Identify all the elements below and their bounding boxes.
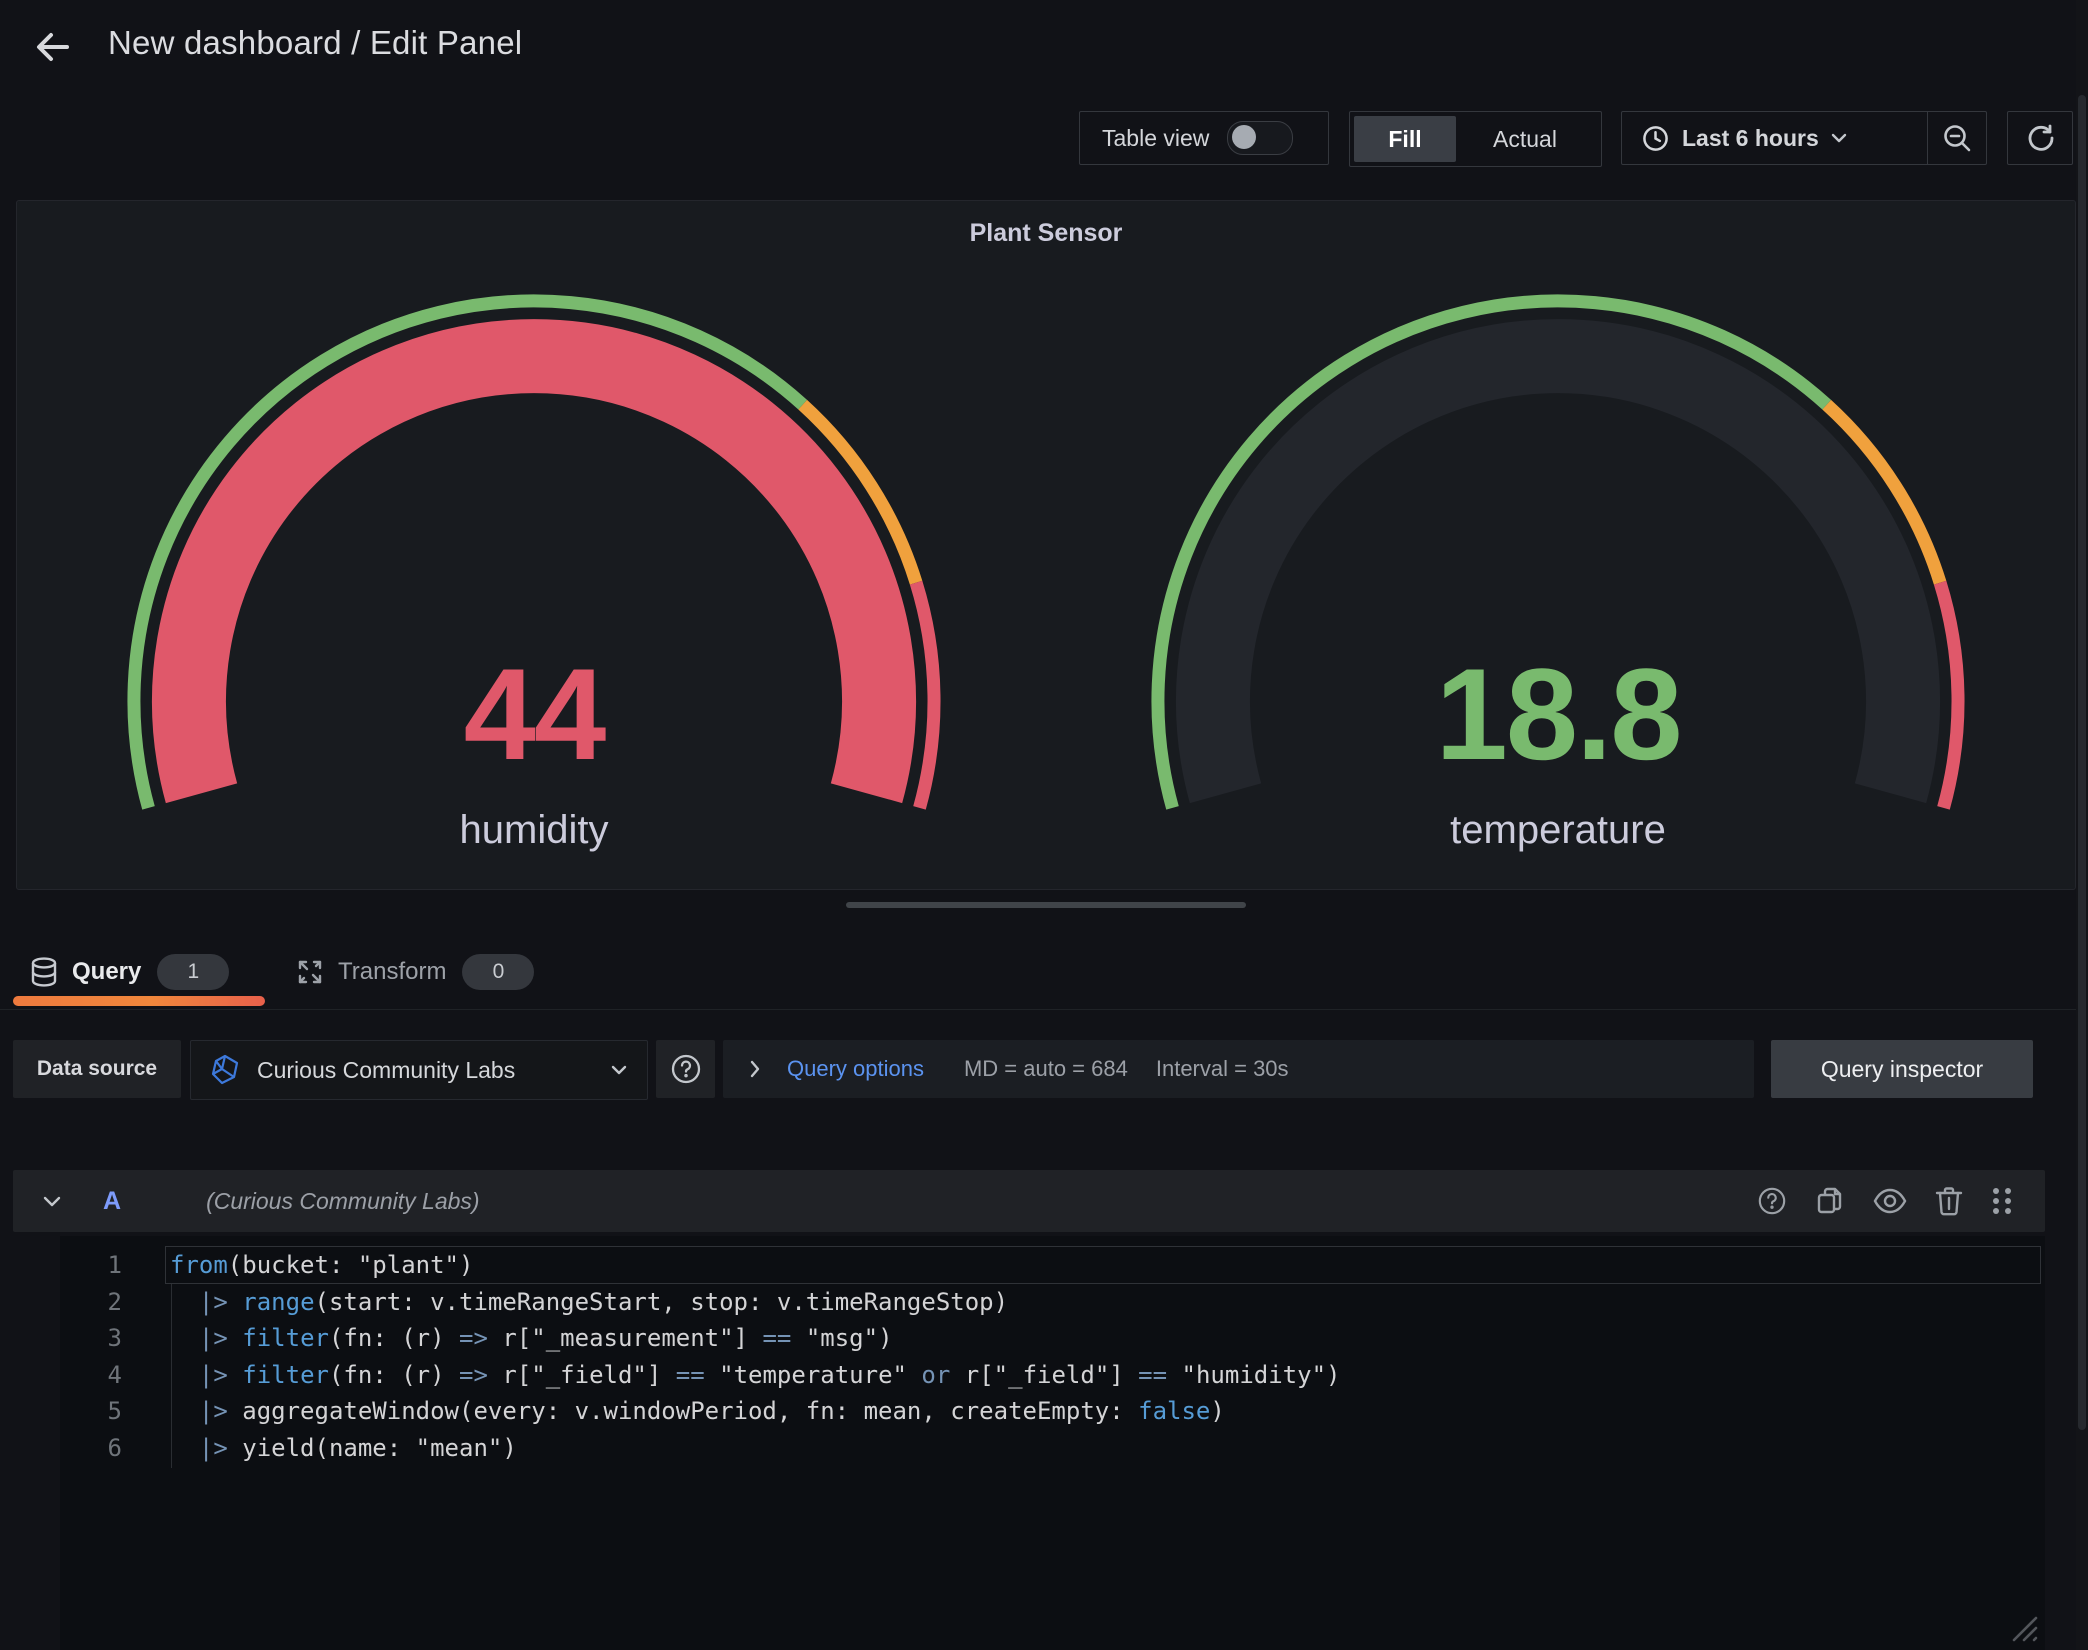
duplicate-query-button[interactable] <box>1815 1186 1845 1216</box>
question-circle-icon <box>670 1053 702 1085</box>
code-text: |> yield(name: "mean") <box>170 1430 517 1467</box>
code-text: from(bucket: "plant") <box>170 1247 473 1284</box>
actual-label: Actual <box>1493 126 1557 153</box>
search-minus-icon <box>1942 123 1972 153</box>
table-view-toggle[interactable] <box>1227 121 1293 155</box>
query-help-button[interactable] <box>1757 1186 1787 1216</box>
line-number: 5 <box>60 1393 122 1430</box>
humidity-gauge-label: humidity <box>234 806 834 854</box>
data-source-label: Data source <box>37 1057 157 1081</box>
query-datasource-hint: (Curious Community Labs) <box>206 1188 1757 1215</box>
temperature-gauge-value: 18.8 <box>1258 649 1858 779</box>
query-count-badge: 1 <box>157 954 229 990</box>
panel-resize-handle[interactable] <box>846 902 1246 908</box>
page-scrollbar[interactable] <box>2076 0 2088 1650</box>
gauge-panel: Plant Sensor 44 humidity 18.8 temperatur… <box>16 200 2076 890</box>
toggle-visibility-button[interactable] <box>1873 1188 1907 1214</box>
collapse-chevron-icon[interactable] <box>43 1195 61 1208</box>
refresh-icon <box>2025 123 2055 153</box>
tabs-divider <box>0 1009 2076 1010</box>
query-inspector-button[interactable]: Query inspector <box>1771 1040 2033 1098</box>
arrow-left-icon <box>33 27 73 67</box>
max-data-points-text: MD = auto = 684 <box>964 1056 1128 1082</box>
table-view-label: Table view <box>1102 125 1209 152</box>
copy-icon <box>1815 1186 1845 1216</box>
time-range-label: Last 6 hours <box>1682 125 1819 152</box>
refresh-button[interactable] <box>2007 111 2073 165</box>
query-ref-id[interactable]: A <box>103 1187 121 1216</box>
flux-code-editor[interactable]: 1from(bucket: "plant")2 |> range(start: … <box>60 1236 2045 1650</box>
tab-query[interactable]: Query 1 <box>30 944 229 1000</box>
chevron-down-icon <box>611 1064 627 1076</box>
line-number: 2 <box>60 1284 122 1321</box>
query-inspector-label: Query inspector <box>1821 1056 1983 1083</box>
tab-transform[interactable]: Transform 0 <box>296 944 534 1000</box>
table-view-group: Table view <box>1079 111 1329 165</box>
time-range-group: Last 6 hours <box>1621 111 1987 165</box>
tab-transform-label: Transform <box>338 958 446 986</box>
zoom-out-button[interactable] <box>1928 112 1986 164</box>
tab-query-label: Query <box>72 958 141 986</box>
query-options-link[interactable]: Query options <box>787 1056 924 1082</box>
chevron-right-icon[interactable] <box>749 1060 761 1078</box>
query-options-bar: Query options MD = auto = 684 Interval =… <box>723 1040 1754 1098</box>
fill-button[interactable]: Fill <box>1354 116 1456 162</box>
influxdb-datasource-icon <box>209 1054 241 1086</box>
datasource-name: Curious Community Labs <box>257 1057 611 1084</box>
line-number: 1 <box>60 1247 122 1284</box>
clock-icon <box>1642 125 1669 152</box>
interval-text: Interval = 30s <box>1156 1056 1289 1082</box>
delete-query-button[interactable] <box>1935 1186 1963 1216</box>
code-text: |> range(start: v.timeRangeStart, stop: … <box>170 1284 1008 1321</box>
temperature-gauge-label: temperature <box>1258 806 1858 854</box>
datasource-picker[interactable]: Curious Community Labs <box>190 1040 648 1100</box>
data-source-label-chip: Data source <box>13 1040 181 1098</box>
trash-icon <box>1935 1186 1963 1216</box>
datasource-help-button[interactable] <box>656 1040 715 1098</box>
question-circle-icon <box>1757 1186 1787 1216</box>
fill-actual-group: Fill Actual <box>1349 111 1602 167</box>
fill-label: Fill <box>1388 126 1421 153</box>
line-number: 6 <box>60 1430 122 1467</box>
back-button[interactable] <box>26 20 80 74</box>
code-line: 1 from(bucket: "plant") <box>60 1247 2045 1284</box>
editor-resize-grip[interactable] <box>2000 1604 2040 1644</box>
eye-icon <box>1873 1188 1907 1214</box>
code-line: 2 |> range(start: v.timeRangeStart, stop… <box>60 1284 2045 1321</box>
code-line: 4 |> filter(fn: (r) => r["_field"] == "t… <box>60 1357 2045 1394</box>
scrollbar-thumb[interactable] <box>2078 95 2086 1430</box>
header-bar: New dashboard / Edit Panel <box>0 0 2088 90</box>
code-line: 3 |> filter(fn: (r) => r["_measurement"]… <box>60 1320 2045 1357</box>
chevron-down-icon <box>1831 132 1847 144</box>
page-title: New dashboard / Edit Panel <box>108 24 522 62</box>
time-range-button[interactable]: Last 6 hours <box>1622 112 1927 164</box>
drag-handle[interactable] <box>1991 1186 2013 1216</box>
grip-dots-icon <box>1991 1186 2013 1216</box>
query-editor-row-header: A (Curious Community Labs) <box>13 1170 2045 1232</box>
active-tab-underline <box>13 996 265 1006</box>
transform-icon <box>296 958 324 986</box>
actual-button[interactable]: Actual <box>1456 116 1594 162</box>
line-number: 3 <box>60 1320 122 1357</box>
code-line: 6 |> yield(name: "mean") <box>60 1430 2045 1467</box>
transform-count-badge: 0 <box>462 954 534 990</box>
code-lines: 1from(bucket: "plant")2 |> range(start: … <box>60 1247 2045 1466</box>
toggle-knob <box>1232 125 1256 149</box>
code-text: |> aggregateWindow(every: v.windowPeriod… <box>170 1393 1225 1430</box>
code-text: |> filter(fn: (r) => r["_field"] == "tem… <box>170 1357 1340 1394</box>
code-line: 5 |> aggregateWindow(every: v.windowPeri… <box>60 1393 2045 1430</box>
code-text: |> filter(fn: (r) => r["_measurement"] =… <box>170 1320 893 1357</box>
line-number: 4 <box>60 1357 122 1394</box>
humidity-gauge-value: 44 <box>234 649 834 779</box>
panel-title: Plant Sensor <box>17 219 2075 248</box>
database-icon <box>30 957 58 987</box>
